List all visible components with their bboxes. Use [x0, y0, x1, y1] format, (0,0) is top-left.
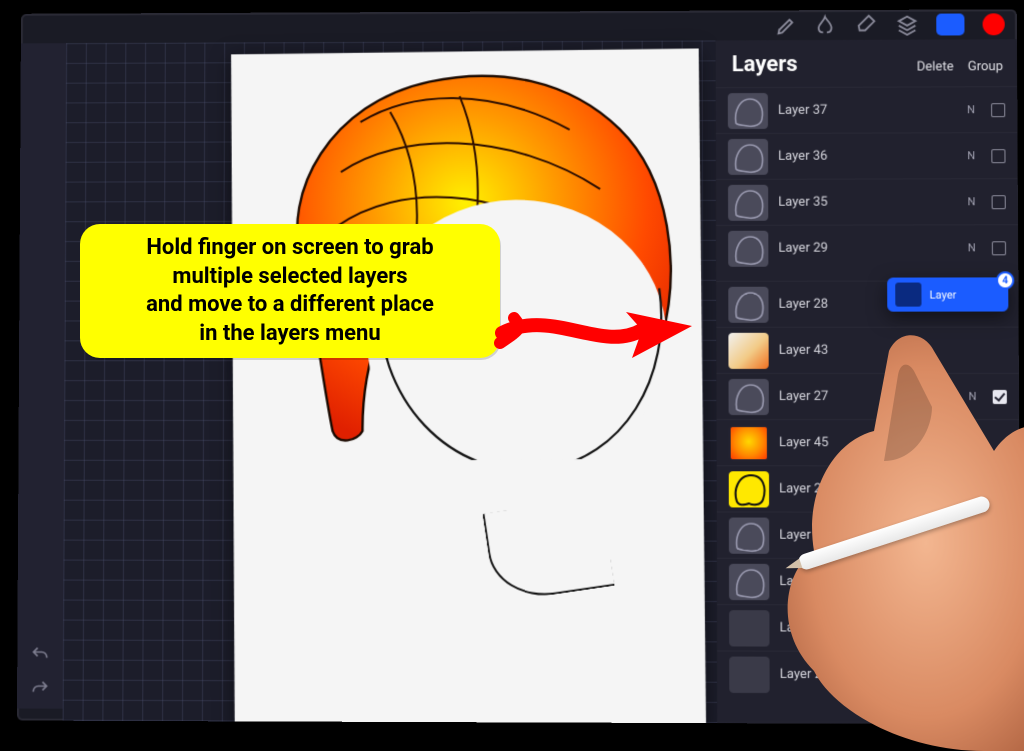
brush-icon[interactable] — [776, 14, 798, 36]
drag-floating-chip[interactable]: Layer 4 — [887, 277, 1008, 311]
group-button[interactable]: Group — [968, 59, 1003, 74]
artboard[interactable] — [231, 48, 706, 724]
layer-name-label: Layer 37 — [778, 102, 957, 118]
top-toolbar — [21, 9, 1017, 43]
layer-row[interactable]: Layer 29 N — [716, 224, 1018, 271]
smudge-icon[interactable] — [816, 14, 838, 36]
layers-header: Layers Delete Group — [716, 39, 1018, 87]
blend-mode-label[interactable]: N — [967, 103, 975, 116]
annotation-line: and move to a different place — [94, 291, 486, 320]
user-hand — [684, 311, 1024, 751]
artwork-neck — [482, 496, 614, 603]
undo-icon[interactable] — [30, 644, 50, 664]
visibility-checkbox[interactable] — [991, 149, 1005, 163]
layer-thumbnail — [728, 184, 768, 220]
blend-mode-label[interactable]: N — [967, 149, 975, 162]
redo-icon[interactable] — [30, 679, 50, 699]
layer-row[interactable]: Layer 36 N — [716, 132, 1018, 179]
layer-thumbnail — [728, 138, 768, 174]
layer-row[interactable]: Layer 35 N — [716, 178, 1018, 225]
annotation-line: multiple selected layers — [94, 263, 486, 292]
annotation-line: Hold finger on screen to grab — [94, 234, 486, 263]
blend-mode-label[interactable]: N — [968, 195, 976, 208]
color-swatch-blue[interactable] — [936, 13, 964, 35]
visibility-checkbox[interactable] — [991, 103, 1005, 117]
layer-name-label: Layer 35 — [778, 194, 957, 209]
eraser-icon[interactable] — [856, 14, 878, 36]
visibility-checkbox[interactable] — [992, 241, 1006, 255]
annotation-line: in the layers menu — [94, 320, 486, 349]
layers-title: Layers — [732, 52, 798, 77]
layer-row[interactable]: Layer 37 N — [716, 86, 1018, 133]
layers-icon[interactable] — [896, 14, 918, 36]
left-sidebar — [17, 43, 66, 708]
color-swatch-active[interactable] — [983, 13, 1005, 35]
drag-count-badge: 4 — [996, 271, 1014, 289]
drag-chip-label: Layer — [930, 288, 957, 301]
layer-thumbnail — [728, 93, 768, 129]
blend-mode-label[interactable]: N — [968, 241, 976, 254]
drag-chip-thumb — [895, 283, 921, 307]
layer-name-label: Layer 36 — [778, 148, 957, 163]
annotation-arrow-icon — [492, 298, 692, 368]
layer-name-label: Layer 29 — [778, 240, 957, 255]
annotation-callout: Hold finger on screen to grab multiple s… — [80, 224, 500, 358]
visibility-checkbox[interactable] — [992, 195, 1006, 209]
delete-button[interactable]: Delete — [917, 59, 954, 74]
layer-thumbnail — [728, 230, 768, 266]
canvas-area[interactable] — [63, 40, 718, 723]
